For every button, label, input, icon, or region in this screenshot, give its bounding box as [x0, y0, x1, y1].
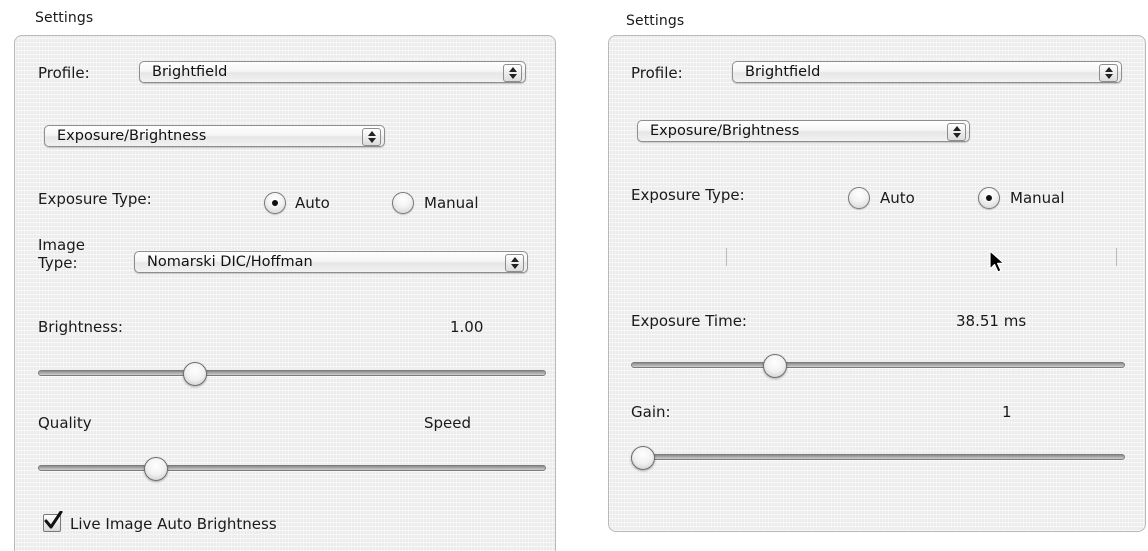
exposure-time-value: 38.51 ms: [956, 312, 1027, 330]
radio-selected-dot: [272, 200, 278, 206]
checkmark-icon: [44, 511, 63, 529]
exposure-auto-radio[interactable]: [264, 192, 286, 214]
divider-line: [726, 248, 727, 266]
settings-mode-value: Exposure/Brightness: [57, 128, 207, 144]
image-type-label: Image Type:: [38, 236, 85, 272]
up-down-arrows-icon: [947, 123, 966, 141]
settings-group-box: [14, 35, 556, 551]
settings-mode-popup[interactable]: Exposure/Brightness: [637, 120, 970, 142]
exposure-manual-radio[interactable]: [978, 187, 1000, 209]
quality-label: Quality: [38, 414, 92, 432]
exposure-type-label: Exposure Type:: [38, 190, 152, 208]
profile-popup[interactable]: Brightfield: [139, 61, 526, 83]
settings-title: Settings: [35, 10, 94, 26]
up-down-arrows-icon: [362, 128, 381, 146]
radio-selected-dot: [986, 195, 992, 201]
up-down-arrows-icon: [505, 254, 524, 272]
gain-slider-track[interactable]: [631, 454, 1125, 460]
settings-mode-value: Exposure/Brightness: [650, 123, 800, 139]
profile-popup[interactable]: Brightfield: [732, 61, 1122, 83]
live-auto-brightness-checkbox[interactable]: [43, 511, 63, 532]
exposure-auto-label: Auto: [295, 194, 330, 212]
profile-label: Profile:: [631, 64, 683, 82]
arrow-cursor-icon: [989, 250, 1005, 273]
settings-panel-manual: Settings Profile: Brightfield Exposure/B…: [598, 0, 1148, 550]
profile-popup-value: Brightfield: [152, 64, 228, 80]
live-auto-brightness-label: Live Image Auto Brightness: [70, 515, 277, 533]
gain-value: 1: [1002, 403, 1012, 421]
exposure-auto-label: Auto: [880, 189, 915, 207]
exposure-auto-radio[interactable]: [848, 187, 870, 209]
settings-panel-auto: Settings Profile: Brightfield Exposure/B…: [0, 0, 560, 551]
brightness-label: Brightness:: [38, 318, 123, 336]
profile-label: Profile:: [38, 64, 90, 82]
divider-line: [1116, 248, 1117, 266]
exposure-time-slider-thumb[interactable]: [762, 354, 787, 378]
quality-speed-slider-track[interactable]: [38, 465, 546, 471]
settings-mode-popup[interactable]: Exposure/Brightness: [44, 125, 385, 147]
exposure-manual-label: Manual: [1010, 189, 1065, 207]
brightness-slider-track[interactable]: [38, 370, 546, 376]
exposure-type-label: Exposure Type:: [631, 186, 745, 204]
image-type-popup-value: Nomarski DIC/Hoffman: [147, 254, 313, 270]
brightness-value: 1.00: [450, 318, 484, 336]
exposure-manual-radio[interactable]: [392, 192, 414, 214]
up-down-arrows-icon: [1099, 64, 1118, 82]
profile-popup-value: Brightfield: [745, 64, 821, 80]
gain-slider-thumb[interactable]: [631, 446, 655, 470]
brightness-slider-thumb[interactable]: [183, 362, 208, 386]
exposure-manual-label: Manual: [424, 194, 479, 212]
exposure-time-label: Exposure Time:: [631, 312, 747, 330]
speed-label: Speed: [424, 414, 472, 432]
up-down-arrows-icon: [503, 64, 522, 82]
exposure-time-slider-track[interactable]: [631, 362, 1125, 368]
image-type-popup[interactable]: Nomarski DIC/Hoffman: [134, 251, 528, 273]
settings-title: Settings: [626, 13, 685, 29]
gain-label: Gain:: [631, 403, 671, 421]
